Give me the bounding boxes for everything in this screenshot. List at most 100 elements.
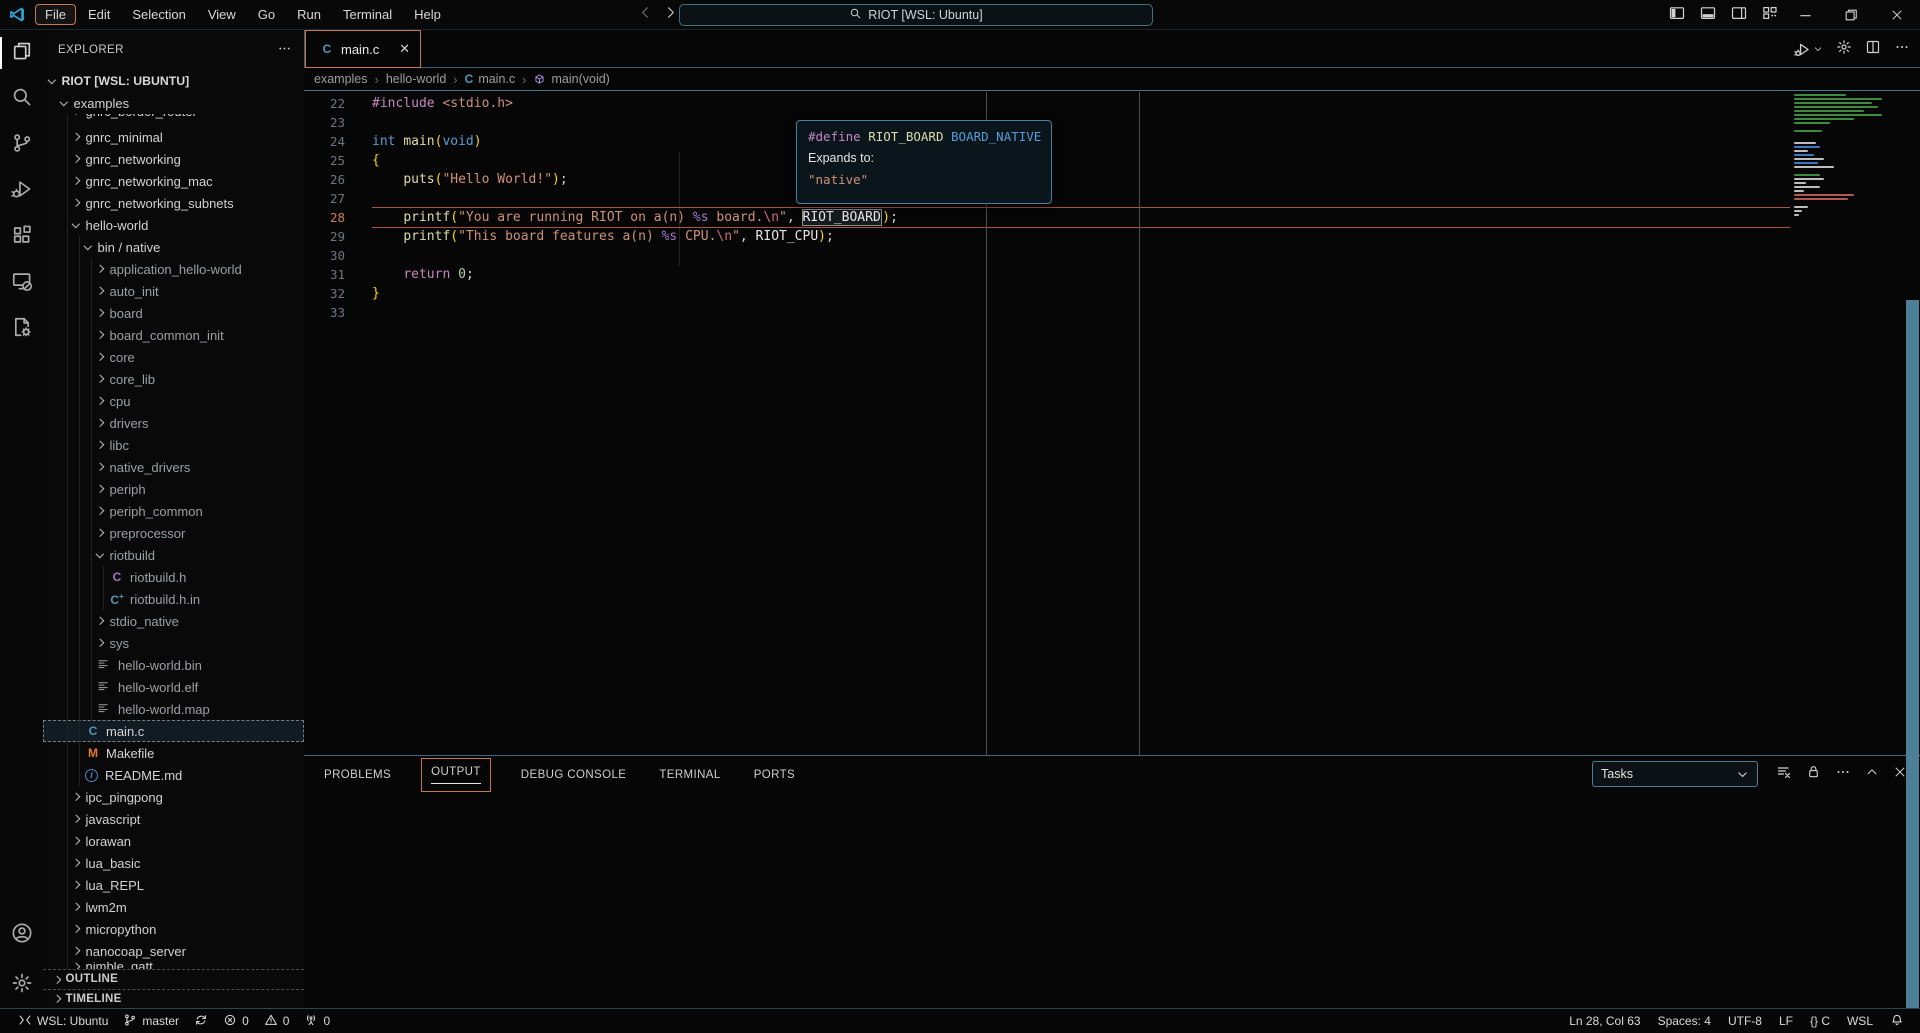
tree-item-readme-md[interactable]: iREADME.md (43, 764, 304, 786)
close-panel-icon[interactable] (1893, 765, 1907, 784)
tree-item-lua-repl[interactable]: lua_REPL (43, 874, 304, 896)
split-editor-icon[interactable] (1865, 39, 1881, 60)
tree-item-lua-basic[interactable]: lua_basic (43, 852, 304, 874)
tree-item-hello-world-bin[interactable]: hello-world.bin (43, 654, 304, 676)
scrollbar-thumb[interactable] (1906, 300, 1919, 1008)
activity-remote-explorer[interactable] (0, 260, 43, 306)
code-editor[interactable]: 22#include <stdio.h>2324int main(void)25… (304, 92, 1920, 755)
tree-item-gnrc-networking-subnets[interactable]: gnrc_networking_subnets (43, 192, 304, 214)
status-git-sync[interactable] (194, 1013, 208, 1030)
settings-gear-icon[interactable] (1836, 39, 1852, 60)
status-forwarded-ports[interactable]: 0 (304, 1013, 330, 1030)
panel-tab-ports[interactable]: PORTS (751, 760, 798, 790)
menu-terminal[interactable]: Terminal (333, 4, 402, 25)
code-line-30[interactable]: 30 (304, 246, 1790, 265)
code-line-32[interactable]: 32} (304, 284, 1790, 303)
toggle-secondary-sidebar-icon[interactable] (1731, 5, 1747, 26)
menu-selection[interactable]: Selection (122, 4, 195, 25)
activity-accounts[interactable] (0, 912, 43, 958)
menu-help[interactable]: Help (404, 4, 451, 25)
status-end-of-line[interactable]: LF (1779, 1014, 1793, 1028)
tree-item-micropython[interactable]: micropython (43, 918, 304, 940)
tree-item-makefile[interactable]: MMakefile (43, 742, 304, 764)
clear-output-icon[interactable] (1776, 764, 1792, 785)
tree-item-stdio-native[interactable]: stdio_native (43, 610, 304, 632)
tree-item-javascript[interactable]: javascript (43, 808, 304, 830)
panel-tab-output[interactable]: OUTPUT (421, 758, 491, 792)
tree-item-nimble-gatt[interactable]: nimble_gatt (43, 962, 304, 969)
tree-item-gnrc-minimal[interactable]: gnrc_minimal (43, 126, 304, 148)
status-indentation[interactable]: Spaces: 4 (1658, 1014, 1711, 1028)
activity-extensions[interactable] (0, 214, 43, 260)
panel-tab-terminal[interactable]: TERMINAL (656, 760, 723, 790)
output-channel-dropdown[interactable]: Tasks (1592, 761, 1758, 787)
tree-item-bin-native[interactable]: bin / native (43, 236, 304, 258)
restore-button[interactable] (1828, 0, 1874, 30)
activity-search[interactable] (0, 76, 43, 122)
tree-item-examples[interactable]: examples (43, 92, 304, 114)
menu-run[interactable]: Run (287, 4, 331, 25)
tree-item-gnrc-border-router[interactable]: gnrc_border_router (43, 114, 304, 126)
command-center-search[interactable]: RIOT [WSL: Ubuntu] (679, 4, 1153, 26)
tree-item-board-common-init[interactable]: board_common_init (43, 324, 304, 346)
status-error-count[interactable]: 0 (223, 1013, 249, 1030)
go-back-icon[interactable] (638, 5, 653, 25)
tree-item-drivers[interactable]: drivers (43, 412, 304, 434)
lock-scroll-icon[interactable] (1806, 764, 1821, 784)
activity-build-tools[interactable] (0, 306, 43, 352)
code-line-33[interactable]: 33 (304, 303, 1790, 322)
status-cursor-position[interactable]: Ln 28, Col 63 (1569, 1014, 1640, 1028)
tree-item-riotbuild-h[interactable]: Criotbuild.h (43, 566, 304, 588)
tree-item-board[interactable]: board (43, 302, 304, 324)
tree-item-gnrc-networking[interactable]: gnrc_networking (43, 148, 304, 170)
tree-item-core-lib[interactable]: core_lib (43, 368, 304, 390)
close-window-button[interactable] (1874, 0, 1920, 30)
tree-item-periph[interactable]: periph (43, 478, 304, 500)
maximize-panel-icon[interactable] (1865, 765, 1879, 784)
tree-item-nanocoap-server[interactable]: nanocoap_server (43, 940, 304, 962)
tree-item-application-hello-world[interactable]: application_hello-world (43, 258, 304, 280)
status-remote-indicator[interactable]: WSL: Ubuntu (18, 1013, 108, 1030)
tree-item-libc[interactable]: libc (43, 434, 304, 456)
status-wsl-indicator[interactable]: WSL (1847, 1014, 1873, 1028)
toggle-sidebar-icon[interactable] (1669, 5, 1685, 26)
tree-item-lwm2m[interactable]: lwm2m (43, 896, 304, 918)
tree-item-hello-world-elf[interactable]: hello-world.elf (43, 676, 304, 698)
go-forward-icon[interactable] (663, 5, 678, 25)
code-line-29[interactable]: 29 printf("This board features a(n) %s C… (304, 227, 1790, 246)
tree-item-native-drivers[interactable]: native_drivers (43, 456, 304, 478)
breadcrumb-item-examples[interactable]: examples (314, 72, 368, 86)
tree-item-lorawan[interactable]: lorawan (43, 830, 304, 852)
panel-tab-debug-console[interactable]: DEBUG CONSOLE (518, 760, 630, 790)
tree-item-auto-init[interactable]: auto_init (43, 280, 304, 302)
activity-manage[interactable] (0, 962, 43, 1008)
tree-item-cpu[interactable]: cpu (43, 390, 304, 412)
tree-item-hello-world-map[interactable]: hello-world.map (43, 698, 304, 720)
activity-source-control[interactable] (0, 122, 43, 168)
tree-item-core[interactable]: core (43, 346, 304, 368)
menu-go[interactable]: Go (248, 4, 285, 25)
tree-item-riot-wsl-ubuntu-[interactable]: RIOT [WSL: UBUNTU] (43, 70, 304, 92)
code-line-31[interactable]: 31 return 0; (304, 265, 1790, 284)
tree-item-riotbuild[interactable]: riotbuild (43, 544, 304, 566)
explorer-more-actions-icon[interactable] (277, 41, 292, 59)
toggle-panel-icon[interactable] (1700, 5, 1716, 26)
activity-run-and-debug[interactable] (0, 168, 43, 214)
menu-edit[interactable]: Edit (78, 4, 120, 25)
menu-file[interactable]: File (35, 4, 76, 25)
tree-item-preprocessor[interactable]: preprocessor (43, 522, 304, 544)
section-timeline[interactable]: TIMELINE (43, 989, 304, 1009)
tree-item-hello-world[interactable]: hello-world (43, 214, 304, 236)
status-language-mode[interactable]: {} C (1810, 1014, 1830, 1028)
status-notifications[interactable] (1890, 1013, 1904, 1030)
tree-item-main-c[interactable]: Cmain.c (43, 720, 304, 742)
customize-layout-icon[interactable] (1762, 5, 1778, 26)
run-or-debug-button[interactable] (1794, 41, 1823, 58)
tree-item-sys[interactable]: sys (43, 632, 304, 654)
activity-explorer[interactable] (0, 30, 43, 76)
menu-view[interactable]: View (198, 4, 246, 25)
breadcrumb-item-main-void-[interactable]: main(void) (533, 72, 609, 86)
tree-item-riotbuild-h-in[interactable]: C+riotbuild.h.in (43, 588, 304, 610)
status-warning-count[interactable]: 0 (264, 1013, 290, 1030)
status-git-branch[interactable]: master (123, 1013, 179, 1030)
